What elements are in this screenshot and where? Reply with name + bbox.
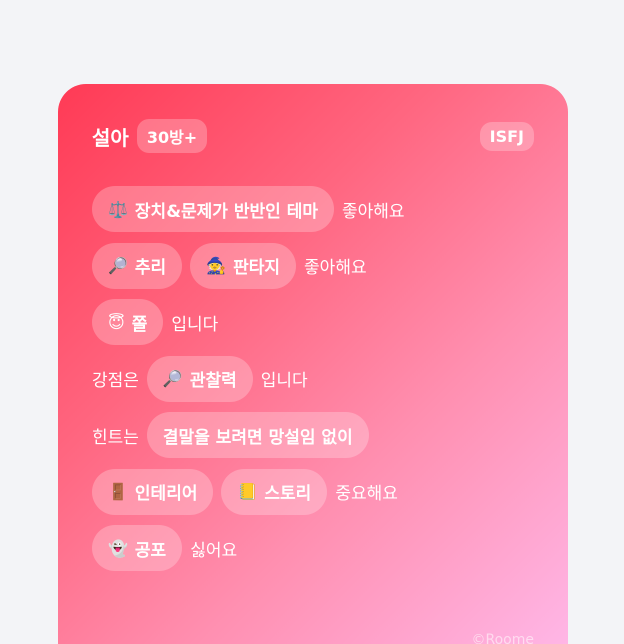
chip-story: 📒 스토리: [221, 468, 328, 515]
chip-label: 쫄: [131, 314, 148, 335]
row-suffix: 입니다: [171, 314, 219, 335]
magnifier-icon: 🔎: [108, 256, 128, 275]
chip-fantasy: 🧙 판타지: [190, 242, 297, 289]
chip-label: 판타지: [233, 258, 281, 278]
wizard-icon: 🧙: [206, 256, 227, 275]
preference-rows: ⚖️ 장치&문제가 반반인 테마 좋아해요 🔎 추리 🧙 판타지 좋아해요 😇 …: [92, 186, 548, 582]
chip-hint: 결말을 보려면 망설임 없이: [146, 412, 369, 458]
notebook-icon: 📒: [237, 482, 258, 501]
row-genre-preference: 🔎 추리 🧙 판타지 좋아해요: [92, 242, 548, 289]
row-importance: 🚪 인테리어 📒 스토리 중요해요: [92, 468, 548, 515]
row-prefix: 강점은: [92, 371, 139, 391]
chip-label: 인테리어: [134, 484, 198, 504]
chip-label: 관찰력: [189, 371, 237, 391]
row-suffix: 좋아해요: [304, 258, 367, 278]
magnifier-icon: 🔎: [162, 369, 183, 388]
row-personality: 😇 쫄 입니다: [92, 299, 548, 345]
chip-mystery: 🔎 추리: [92, 242, 183, 289]
row-suffix: 입니다: [260, 371, 308, 391]
chip-label: 공포: [134, 540, 167, 561]
row-hint: 힌트는 결말을 보려면 망설임 없이: [92, 412, 548, 458]
scale-icon: ⚖️: [108, 199, 128, 219]
row-suffix: 좋아해요: [341, 201, 405, 222]
chip-label: 추리: [134, 258, 167, 278]
chip-horror: 👻 공포: [92, 525, 183, 571]
card-header: 설아 30방+ ISFJ: [92, 119, 534, 153]
chip-label: 장치&문제가 반반인 테마: [134, 201, 318, 222]
chip-interior: 🚪 인테리어: [92, 468, 214, 515]
row-dislike: 👻 공포 싫어요: [92, 525, 548, 571]
row-strength: 강점은 🔎 관찰력 입니다: [92, 355, 548, 402]
chip-device-puzzle: ⚖️ 장치&문제가 반반인 테마: [92, 186, 334, 232]
row-theme-preference: ⚖️ 장치&문제가 반반인 테마 좋아해요: [92, 186, 548, 232]
chip-scaredy: 😇 쫄: [92, 299, 164, 345]
chip-label: 결말을 보려면 망설임 없이: [162, 427, 353, 448]
chip-label: 스토리: [264, 484, 312, 504]
angel-face-icon: 😇: [108, 312, 125, 332]
nickname: 설아: [92, 125, 129, 150]
row-suffix: 싫어요: [190, 540, 238, 561]
door-icon: 🚪: [108, 482, 128, 501]
chip-observation: 🔎 관찰력: [146, 355, 253, 402]
count-badge: 30방+: [136, 119, 208, 153]
row-suffix: 중요해요: [335, 484, 398, 504]
mbti-badge: ISFJ: [479, 121, 534, 151]
ghost-icon: 👻: [108, 538, 128, 558]
profile-card: 설아 30방+ ISFJ ⚖️ 장치&문제가 반반인 테마 좋아해요 🔎 추리 …: [58, 84, 568, 644]
watermark: ©Roome: [471, 632, 534, 644]
row-prefix: 힌트는: [92, 427, 139, 448]
